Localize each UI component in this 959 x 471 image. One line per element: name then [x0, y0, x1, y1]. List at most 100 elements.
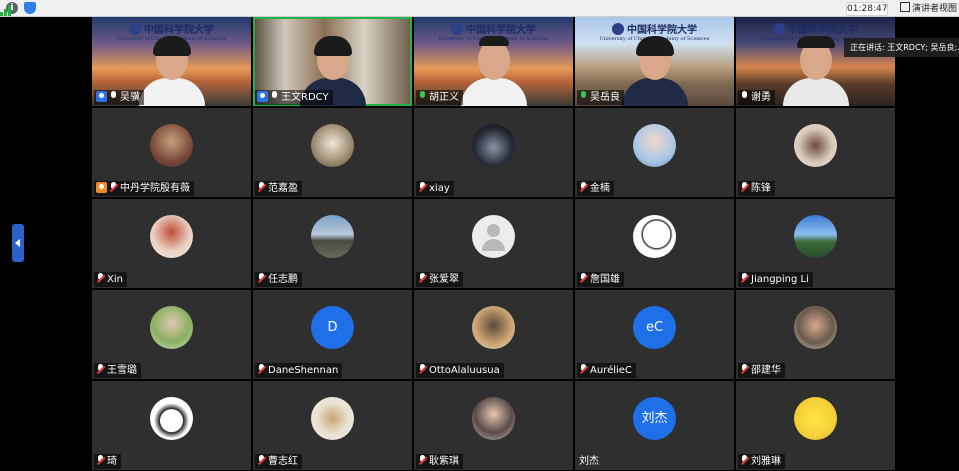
participant-name-label: 谢勇 [738, 90, 775, 105]
participant-avatar [633, 124, 676, 167]
microphone-icon [109, 91, 118, 102]
participant-name-label: 范嘉盈 [255, 181, 302, 196]
participant-name-label: AurélieC [577, 363, 636, 378]
participant-name-label: Xin [94, 272, 127, 287]
participant-tile[interactable]: 邵建华 [736, 290, 895, 379]
microphone-icon [740, 91, 749, 102]
microphone-muted-icon [579, 182, 588, 193]
collapse-sidebar-button[interactable] [12, 224, 24, 262]
participant-tile[interactable]: 琦 [92, 381, 251, 470]
participant-tile[interactable]: 张爱翠 [414, 199, 573, 288]
default-avatar-icon [472, 215, 515, 258]
microphone-icon [418, 91, 427, 102]
participant-tile[interactable]: 刘杰 刘杰 [575, 381, 734, 470]
participant-tile[interactable]: 刘雅琳 [736, 381, 895, 470]
participant-tile-active-speaker[interactable]: 王文RDCY [253, 17, 412, 106]
participant-tile[interactable]: 中丹学院殷有薇 [92, 108, 251, 197]
host-icon [96, 91, 107, 102]
participant-avatar [150, 306, 193, 349]
microphone-muted-icon [257, 273, 266, 284]
participant-name-label: 吴岳良 [577, 90, 624, 105]
participant-name-label: 吴骥 [94, 90, 144, 105]
participant-avatar [472, 124, 515, 167]
participant-video [460, 36, 527, 106]
participant-tile[interactable]: 中国科学院大学University of Chinese Academy of … [92, 17, 251, 106]
speaker-view-icon [900, 2, 910, 12]
participant-tile[interactable]: 任志鹏 [253, 199, 412, 288]
participant-avatar [311, 215, 354, 258]
participant-name-label: 耿紫琪 [416, 454, 463, 469]
microphone-muted-icon [96, 455, 105, 466]
participant-tile[interactable]: 金楠 [575, 108, 734, 197]
participant-tile[interactable]: 陈锋 [736, 108, 895, 197]
participant-video [138, 36, 205, 106]
participant-name-label: 刘雅琳 [738, 454, 785, 469]
participant-tile[interactable]: 詹国雄 [575, 199, 734, 288]
speaker-view-button[interactable]: 演讲者视图 [900, 2, 957, 14]
participant-tile[interactable]: 中国科学院大学University of Chinese Academy of … [736, 17, 895, 106]
microphone-muted-icon [418, 182, 427, 193]
gallery-grid: 中国科学院大学University of Chinese Academy of … [92, 17, 895, 470]
microphone-muted-icon [257, 455, 266, 466]
participant-name-label: 王雪璐 [94, 363, 141, 378]
participant-name-label: 陈锋 [738, 181, 775, 196]
letter-avatar: 刘杰 [633, 397, 676, 440]
speaker-view-label: 演讲者视图 [912, 4, 958, 14]
participant-avatar [794, 306, 837, 349]
participant-name-label: 刘杰 [579, 456, 599, 467]
microphone-icon [579, 91, 588, 102]
participant-name-label: DaneShennan [255, 363, 343, 378]
participant-avatar [794, 215, 837, 258]
participant-name-label: 张爱翠 [416, 272, 463, 287]
participant-avatar [150, 124, 193, 167]
microphone-muted-icon [740, 182, 749, 193]
participant-tile[interactable]: D DaneShennan [253, 290, 412, 379]
participant-avatar [150, 397, 193, 440]
participant-avatar [472, 306, 515, 349]
participant-video [782, 36, 849, 106]
university-emblem-icon [773, 23, 785, 35]
participant-tile[interactable]: OttoAlaluusua [414, 290, 573, 379]
university-emblem-icon [129, 23, 141, 35]
participant-avatar [311, 124, 354, 167]
microphone-icon [270, 91, 279, 102]
participant-tile[interactable]: eC AurélieC [575, 290, 734, 379]
microphone-muted-icon [579, 273, 588, 284]
microphone-muted-icon [418, 455, 427, 466]
participant-avatar [311, 397, 354, 440]
participant-tile[interactable]: 耿紫琪 [414, 381, 573, 470]
participant-name-label: 曹志红 [255, 454, 302, 469]
participant-video [621, 36, 688, 106]
participant-name-label: OttoAlaluusua [416, 363, 504, 378]
participant-name-label: 金楠 [577, 181, 614, 196]
letter-avatar: D [311, 306, 354, 349]
participant-name-label: 邵建华 [738, 363, 785, 378]
participant-name-label: 中丹学院殷有薇 [94, 181, 194, 196]
participant-tile[interactable]: 中国科学院大学University of Chinese Academy of … [414, 17, 573, 106]
participant-name-label: 胡正义 [416, 90, 463, 105]
university-emblem-icon [451, 23, 463, 35]
participant-tile[interactable]: xiay [414, 108, 573, 197]
participant-avatar [633, 215, 676, 258]
microphone-muted-icon [257, 182, 266, 193]
participant-name-label: 王文RDCY [255, 90, 333, 105]
security-shield-icon[interactable] [24, 2, 36, 14]
microphone-muted-icon [740, 364, 749, 375]
participant-tile[interactable]: Jiangping Li [736, 199, 895, 288]
participant-tile[interactable]: 王雪璐 [92, 290, 251, 379]
microphone-muted-icon [418, 273, 427, 284]
participant-avatar [472, 397, 515, 440]
participant-tile[interactable]: 中国科学院大学University of Chinese Academy of … [575, 17, 734, 106]
participant-tile[interactable]: 曹志红 [253, 381, 412, 470]
participant-tile[interactable]: 范嘉盈 [253, 108, 412, 197]
meeting-top-bar: i 01:28:47 演讲者视图 [0, 0, 959, 17]
microphone-muted-icon [257, 364, 266, 375]
microphone-muted-icon [96, 273, 105, 284]
participant-avatar [794, 397, 837, 440]
participant-name-label: Jiangping Li [738, 272, 813, 287]
microphone-muted-icon [418, 364, 427, 375]
participant-tile[interactable]: Xin [92, 199, 251, 288]
microphone-muted-icon [740, 455, 749, 466]
meeting-timer: 01:28:47 [846, 2, 888, 16]
participant-avatar [150, 215, 193, 258]
